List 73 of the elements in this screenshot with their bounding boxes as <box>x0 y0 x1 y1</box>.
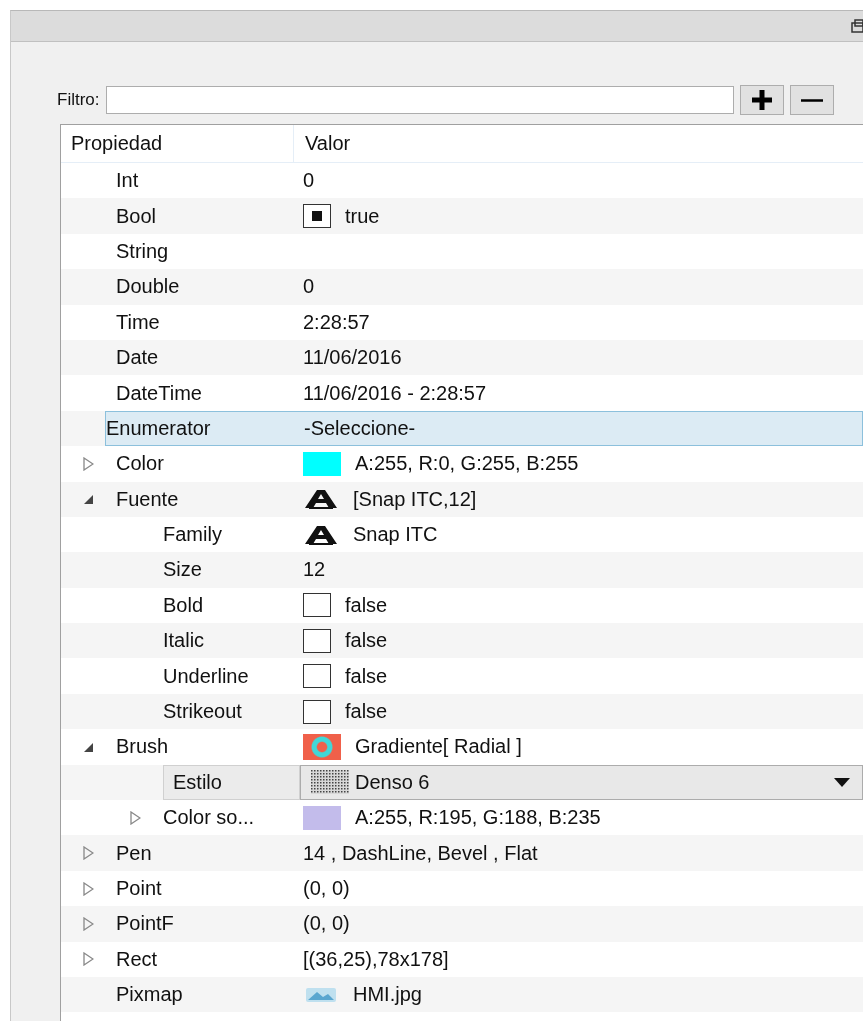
property-value: A:255, R:0, G:255, B:255 <box>355 452 579 476</box>
checkbox[interactable] <box>303 699 331 724</box>
property-name[interactable]: PointF <box>116 912 174 936</box>
expand-arrow-icon[interactable] <box>128 810 141 825</box>
property-value: 0 <box>303 169 315 193</box>
window-icon[interactable] <box>851 19 863 33</box>
radial-gradient-icon <box>303 733 341 760</box>
property-name[interactable]: Family <box>163 523 222 547</box>
add-button[interactable] <box>739 85 784 115</box>
property-value: A:255, R:195, G:188, B:235 <box>355 806 601 830</box>
dropdown-caret-icon[interactable] <box>834 777 850 787</box>
property-name[interactable]: Bold <box>163 593 204 617</box>
property-value: [Snap ITC,12] <box>353 487 477 511</box>
property-value: (0, 0) <box>303 912 350 936</box>
font-icon <box>303 523 339 546</box>
property-value: [(36,25),78x178] <box>303 947 449 971</box>
property-value: Snap ITC <box>353 523 438 547</box>
checkbox[interactable] <box>303 628 331 653</box>
filter-label: Filtro: <box>57 90 100 110</box>
property-name[interactable]: Brush <box>116 735 169 759</box>
remove-button[interactable] <box>789 85 834 115</box>
property-value: false <box>345 664 388 688</box>
property-name[interactable]: Fuente <box>116 487 179 511</box>
property-name[interactable]: Pen <box>116 841 152 865</box>
property-name[interactable]: Time <box>116 310 160 334</box>
property-name: Enumerator <box>106 416 211 440</box>
property-name[interactable]: Color so... <box>163 806 255 830</box>
style-dropdown[interactable]: Denso 6 <box>300 764 863 801</box>
property-name[interactable]: Underline <box>163 664 249 688</box>
expand-arrow-icon[interactable] <box>81 846 94 861</box>
filter-field[interactable] <box>105 86 734 114</box>
property-name[interactable]: DateTime <box>116 381 202 405</box>
property-name[interactable]: Strikeout <box>163 700 242 724</box>
property-name[interactable]: Int <box>116 169 139 193</box>
property-value: 12 <box>303 558 326 582</box>
column-header[interactable]: Valor <box>294 125 863 162</box>
expand-arrow-icon[interactable] <box>81 916 94 931</box>
property-value: (0, 0) <box>303 877 350 900</box>
property-value: false <box>345 629 388 653</box>
expand-arrow-icon[interactable] <box>81 952 94 967</box>
property-name[interactable]: Point <box>116 877 162 900</box>
edited-property-cell[interactable]: Estilo <box>163 764 300 801</box>
dense-pattern-icon <box>311 770 349 795</box>
property-value: 2:28:57 <box>303 310 370 334</box>
checkbox[interactable] <box>303 664 331 689</box>
property-name[interactable]: Color <box>116 452 164 476</box>
property-value: true <box>345 204 380 228</box>
property-value: 14 , DashLine, Bevel , Flat <box>303 841 538 865</box>
minus-icon <box>798 98 825 102</box>
checkbox[interactable] <box>303 593 331 618</box>
property-value: false <box>345 700 388 724</box>
property-name[interactable]: Double <box>116 275 180 299</box>
property-name[interactable]: Size <box>163 558 202 582</box>
checkbox[interactable] <box>303 204 331 229</box>
property-name[interactable]: Pixmap <box>116 983 183 1007</box>
property-value: 11/06/2016 <box>303 346 402 370</box>
column-header[interactable]: Propiedad <box>61 125 294 162</box>
expand-arrow-icon[interactable] <box>81 881 94 896</box>
property-value: 0 <box>303 275 315 299</box>
property-name[interactable]: Italic <box>163 629 205 653</box>
property-name[interactable]: String <box>116 239 169 263</box>
property-value: false <box>345 593 388 617</box>
expand-arrow-icon[interactable] <box>81 456 94 471</box>
property-value: 11/06/2016 - 2:28:57 <box>303 381 487 405</box>
selected-row[interactable]: Enumerator -Seleccione- <box>105 410 863 447</box>
font-icon <box>303 488 339 511</box>
property-value: Gradiente[ Radial ] <box>355 735 522 759</box>
property-value: -Seleccione- <box>304 416 416 440</box>
property-name: Estilo <box>173 770 222 793</box>
property-value: HMI.jpg <box>353 983 422 1007</box>
property-name[interactable]: Rect <box>116 947 158 971</box>
property-name[interactable]: Bool <box>116 204 157 228</box>
property-name[interactable]: Date <box>116 346 159 370</box>
